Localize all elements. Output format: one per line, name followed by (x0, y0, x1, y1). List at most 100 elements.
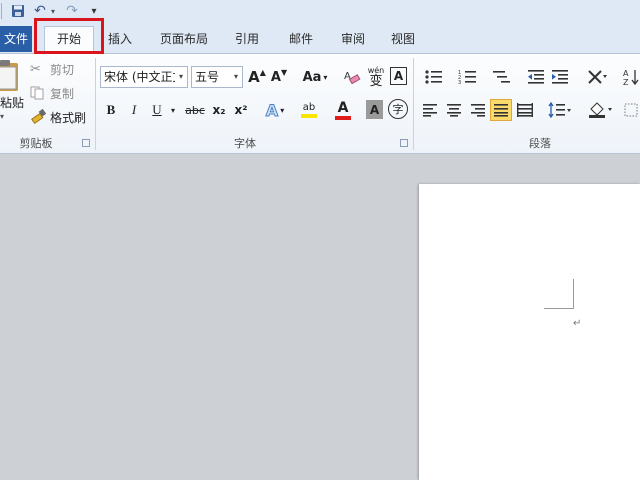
enclose-characters-icon: 字 (392, 103, 404, 116)
tab-review[interactable]: 审阅 (336, 28, 370, 50)
text-effects-icon: A (265, 100, 279, 120)
clipboard-group-label: 剪贴板 (19, 137, 53, 150)
borders-icon (624, 103, 638, 117)
redo-button[interactable]: ↷ (64, 3, 80, 19)
undo-button[interactable]: ↶ (32, 3, 48, 19)
multilevel-list-button[interactable] (488, 66, 518, 88)
phonetic-guide-char: 变 (369, 73, 383, 89)
line-spacing-button[interactable] (546, 100, 574, 120)
character-shading-icon: A (369, 102, 380, 117)
decrease-indent-icon (528, 70, 544, 84)
numbered-list-icon: 1 2 3 (458, 70, 476, 85)
underline-dropdown[interactable]: ▾ (168, 100, 178, 120)
increase-indent-button[interactable] (550, 66, 570, 88)
borders-button[interactable] (622, 100, 640, 120)
bold-button[interactable]: B (102, 100, 120, 120)
align-left-icon (423, 104, 437, 117)
save-icon (12, 5, 24, 17)
chinese-layout-button[interactable] (582, 66, 612, 88)
superscript-button[interactable]: x² (232, 100, 250, 120)
chevron-down-icon[interactable]: ▾ (175, 67, 187, 87)
highlight-color-bar (301, 114, 317, 118)
text-highlight-button[interactable]: ab (294, 98, 324, 122)
svg-text:3: 3 (458, 80, 461, 85)
align-left-button[interactable] (420, 100, 440, 120)
italic-icon: I (131, 102, 137, 117)
font-size-combo[interactable]: 五号 ▾ (191, 66, 243, 88)
font-group-label: 字体 (234, 137, 256, 150)
align-center-button[interactable] (444, 100, 464, 120)
shading-button[interactable] (586, 100, 616, 120)
clipboard-dialog-launcher[interactable] (82, 139, 90, 147)
group-divider (95, 58, 96, 150)
tab-insert[interactable]: 插入 (104, 28, 136, 50)
sort-button[interactable]: A Z (622, 66, 640, 88)
distributed-icon (517, 103, 533, 117)
tab-file[interactable]: 文件 (0, 26, 32, 52)
ribbon-home: 粘贴 ▾ ✂ 剪切 复制 格式刷 剪贴板 宋体 (中文正文) ▾ 五号 ▾ A ▲… (0, 54, 640, 154)
align-right-button[interactable] (468, 100, 488, 120)
superscript-icon: x² (234, 103, 248, 117)
watermark-logo: Bai (470, 407, 515, 440)
justify-icon (494, 104, 508, 117)
svg-text:Z: Z (623, 78, 629, 86)
redo-icon: ↷ (66, 3, 78, 19)
tab-page-layout[interactable]: 页面布局 (156, 28, 212, 50)
cut-label: 剪切 (50, 62, 75, 77)
highlight-annotation-box (34, 18, 104, 54)
phonetic-guide-button[interactable]: wén 变 (366, 64, 386, 90)
font-dialog-launcher[interactable] (400, 139, 408, 147)
clear-formatting-button[interactable]: A (342, 66, 362, 88)
bullet-list-icon (425, 70, 442, 84)
character-shading-button[interactable]: A (366, 100, 383, 119)
paste-label: 粘贴 (0, 96, 25, 110)
shrink-font-button[interactable]: A ▼ (270, 66, 288, 88)
justify-button[interactable] (490, 99, 512, 121)
chevron-down-icon[interactable]: ▾ (230, 67, 242, 87)
customize-qat-button[interactable]: ▾ (88, 3, 100, 19)
align-center-icon (447, 104, 461, 117)
underline-icon: U (152, 102, 162, 117)
undo-dropdown[interactable]: ▾ (48, 3, 58, 19)
font-size-value: 五号 (195, 70, 220, 84)
multilevel-list-icon (493, 71, 510, 83)
undo-icon: ↶ (34, 3, 46, 19)
font-name-combo[interactable]: 宋体 (中文正文) ▾ (100, 66, 188, 88)
customize-icon: ▾ (91, 5, 97, 17)
subscript-button[interactable]: x₂ (210, 100, 228, 120)
paste-button[interactable] (0, 58, 22, 94)
chevron-down-icon: ▾ (50, 6, 55, 16)
format-painter-icon (31, 109, 47, 125)
align-right-icon (471, 104, 485, 117)
bullets-button[interactable] (420, 66, 450, 88)
numbering-button[interactable]: 1 2 3 (454, 66, 484, 88)
font-color-icon: A (337, 100, 349, 116)
paste-icon (0, 60, 18, 91)
decrease-indent-button[interactable] (526, 66, 546, 88)
underline-button[interactable]: U (148, 100, 166, 120)
watermark-logo-tail: 经验 (550, 419, 590, 443)
baidu-watermark: Bai 经验 jingyan.baidu.com (470, 407, 620, 467)
chinese-layout-icon (588, 70, 607, 84)
text-effects-button[interactable]: A ▾ (262, 100, 288, 120)
enclose-characters-button[interactable]: 字 (388, 99, 408, 119)
copy-label: 复制 (50, 86, 75, 101)
format-painter-label: 格式刷 (50, 110, 87, 125)
distributed-button[interactable] (515, 100, 535, 120)
increase-indent-icon (552, 70, 568, 84)
font-color-button[interactable]: A (330, 98, 356, 122)
subscript-icon: x₂ (212, 103, 226, 117)
strikethrough-button[interactable]: abc (183, 100, 207, 120)
tab-view[interactable]: 视图 (386, 28, 420, 50)
tab-mailings[interactable]: 邮件 (284, 28, 318, 50)
svg-text:A: A (623, 69, 629, 78)
change-case-button[interactable]: Aa ▾ (300, 66, 330, 88)
grow-font-button[interactable]: A ▲ (248, 66, 266, 88)
tab-references[interactable]: 引用 (230, 28, 264, 50)
shrink-font-icon: A (270, 69, 281, 85)
change-case-icon: Aa (302, 69, 322, 85)
italic-button[interactable]: I (125, 100, 143, 120)
save-button[interactable] (10, 3, 26, 19)
character-border-button[interactable]: A (390, 67, 407, 85)
paste-dropdown[interactable]: ▾ (0, 112, 4, 121)
